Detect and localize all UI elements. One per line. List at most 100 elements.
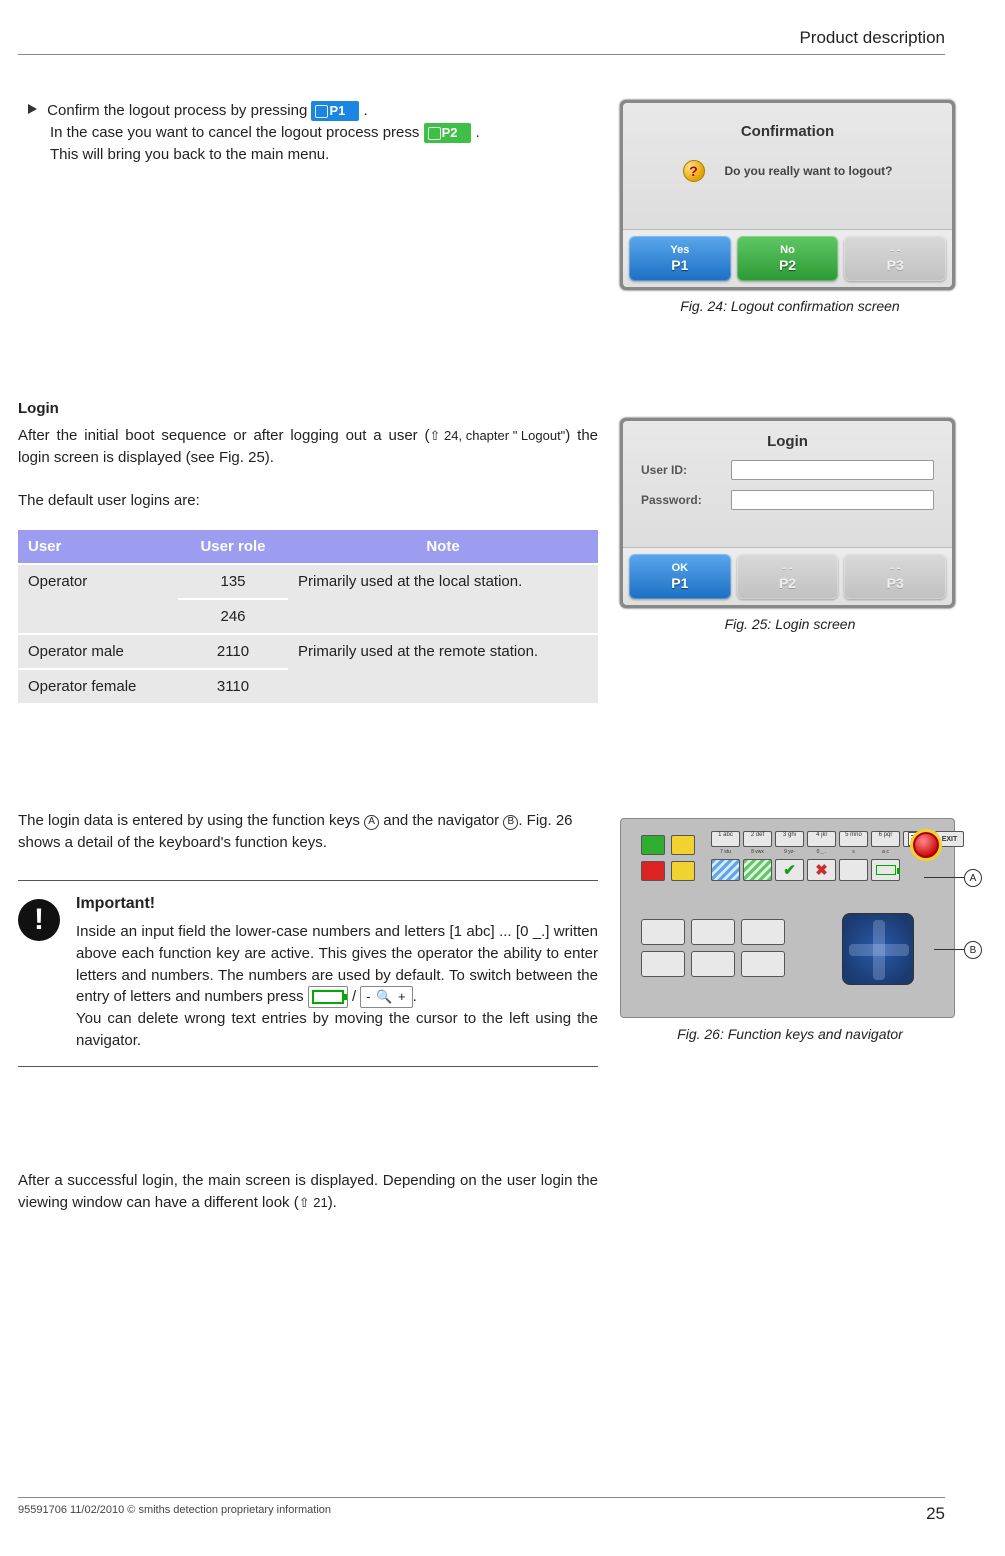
lamp-yellow [671, 835, 695, 855]
cell-user: Operator male [18, 634, 178, 669]
login-intro: After the initial boot sequence or after… [18, 425, 598, 469]
fig25-caption: Fig. 25: Login screen [620, 616, 960, 632]
fn-key[interactable]: 4 jkl [807, 831, 836, 847]
btn-label: Yes [670, 244, 689, 256]
cell-role: 2110 [178, 634, 288, 669]
footer-left: 95591706 11/02/2010 © smiths detection p… [18, 1504, 331, 1524]
ldt-b: and the nav­igator [379, 812, 503, 829]
fn-key-check[interactable]: ✔ [775, 859, 804, 881]
lamp-green [641, 835, 665, 855]
password-input[interactable] [731, 490, 934, 510]
login-table: User User role Note Operator 135 Primari… [18, 530, 598, 703]
logout-line2b: . [476, 124, 480, 141]
figure-25: Login User ID: Password: OK P1 - - [620, 418, 960, 632]
th-note: Note [288, 530, 598, 564]
ref-icon: ⇧ 21 [299, 1194, 328, 1213]
bb-key[interactable] [691, 951, 735, 977]
password-label: Password: [641, 493, 721, 507]
header-rule [18, 54, 945, 55]
p2-key-inline: P2 [424, 123, 472, 143]
bb-key[interactable] [641, 951, 685, 977]
important-body-c: You can delete wrong text entries by mov… [76, 1010, 598, 1049]
fn-lbl: 8 vwx [743, 849, 772, 857]
ref-icon: ⇧ 24, chapter " Logout" [430, 427, 566, 446]
callout-a-inline: A [364, 815, 379, 830]
login-heading: Login [18, 400, 59, 417]
fn-lbl: 7 stu [711, 849, 740, 857]
question-icon: ? [683, 160, 705, 182]
important-note: ! Important! Inside an input field the l… [18, 880, 598, 1067]
bb-key[interactable] [741, 919, 785, 945]
confirm-p3-button: - - P3 [844, 236, 946, 281]
fn-key[interactable]: 2 def [743, 831, 772, 847]
table-row: Operator 135 Primarily used at the local… [18, 564, 598, 599]
fn-key[interactable]: 6 pqr [871, 831, 900, 847]
p1-key-inline: P1 [311, 101, 359, 121]
fn-key[interactable]: 1 abc [711, 831, 740, 847]
userid-input[interactable] [731, 460, 934, 480]
btn-label: No [780, 244, 795, 256]
fn-key[interactable]: 5 mno [839, 831, 868, 847]
btn-key: P3 [887, 575, 904, 591]
btn-key: P1 [671, 257, 688, 273]
function-keys-row2-labels: 7 stu 8 vwx 9 yz- 0 _ . s a c [711, 849, 900, 857]
figure-26: 1 abc 2 def 3 ghi 4 jkl 5 mno 6 pqr EXIT… [620, 818, 960, 1042]
btn-key: P1 [671, 575, 688, 591]
lamp-yellow2 [671, 861, 695, 881]
emergency-stop-icon[interactable] [910, 829, 942, 861]
userid-label: User ID: [641, 463, 721, 477]
function-keys-row2: ✔ ✖ [711, 859, 900, 881]
after-login-text: After a successful login, the main scree… [18, 1170, 598, 1214]
th-user: User [18, 530, 178, 564]
bb-key[interactable] [641, 919, 685, 945]
important-body-b: . [413, 988, 417, 1005]
navigator-pad[interactable] [842, 913, 914, 985]
btn-key: P2 [779, 575, 796, 591]
ldt-a: The login data is entered by using the f… [18, 812, 364, 829]
fn-key[interactable]: 3 ghi [775, 831, 804, 847]
exclamation-icon: ! [18, 899, 60, 941]
th-role: User role [178, 530, 288, 564]
cell-user: Operator female [18, 669, 178, 703]
fn-key-cross[interactable]: ✖ [807, 859, 836, 881]
fig24-caption: Fig. 24: Logout confirmation screen [620, 298, 960, 314]
cell-note: Primarily used at the remote sta­tion. [288, 634, 598, 703]
fn-key-battery[interactable] [871, 859, 900, 881]
figure-24: Confirmation ? Do you really want to log… [620, 100, 960, 314]
bb-key[interactable] [741, 951, 785, 977]
callout-line-b [934, 949, 964, 950]
login-data-text: The login data is entered by using the f… [18, 810, 598, 854]
confirm-yes-button[interactable]: Yes P1 [629, 236, 731, 281]
callout-a: A [964, 869, 982, 887]
fn-key-blank[interactable] [839, 859, 868, 881]
fn-key-p2[interactable] [743, 859, 772, 881]
callout-line-a [924, 877, 964, 878]
after-b: ). [328, 1194, 337, 1211]
bb-key[interactable] [691, 919, 735, 945]
fn-key-p1[interactable] [711, 859, 740, 881]
fn-lbl: 9 yz- [775, 849, 804, 857]
zoom-key-icon: - 🔍 + [360, 986, 412, 1008]
lamp-red [641, 861, 665, 881]
confirmation-title: Confirmation [623, 103, 952, 140]
cell-user: Operator [18, 564, 178, 634]
page-number: 25 [926, 1504, 945, 1524]
fn-lbl: s [839, 849, 868, 857]
btn-key: P3 [887, 257, 904, 273]
confirm-no-button[interactable]: No P2 [737, 236, 839, 281]
cell-note: Primarily used at the local sta­tion. [288, 564, 598, 634]
logout-line3: This will bring you back to the main men… [28, 144, 598, 166]
table-row: Operator male 2110 Primarily used at the… [18, 634, 598, 669]
fn-lbl: a c [871, 849, 900, 857]
important-title: Important! [76, 895, 598, 913]
default-logins-line: The default user logins are: [18, 490, 200, 512]
login-ok-button[interactable]: OK P1 [629, 554, 731, 599]
fig26-caption: Fig. 26: Function keys and navigator [620, 1026, 960, 1042]
bullet-icon [28, 104, 37, 114]
cell-role: 135 [178, 564, 288, 599]
login-intro-a: After the initial boot sequence or after… [18, 427, 430, 444]
callout-b: B [964, 941, 982, 959]
login-screen: Login User ID: Password: OK P1 - - [620, 418, 955, 608]
btn-label: - - [890, 562, 900, 574]
battery-key-icon [308, 986, 348, 1008]
